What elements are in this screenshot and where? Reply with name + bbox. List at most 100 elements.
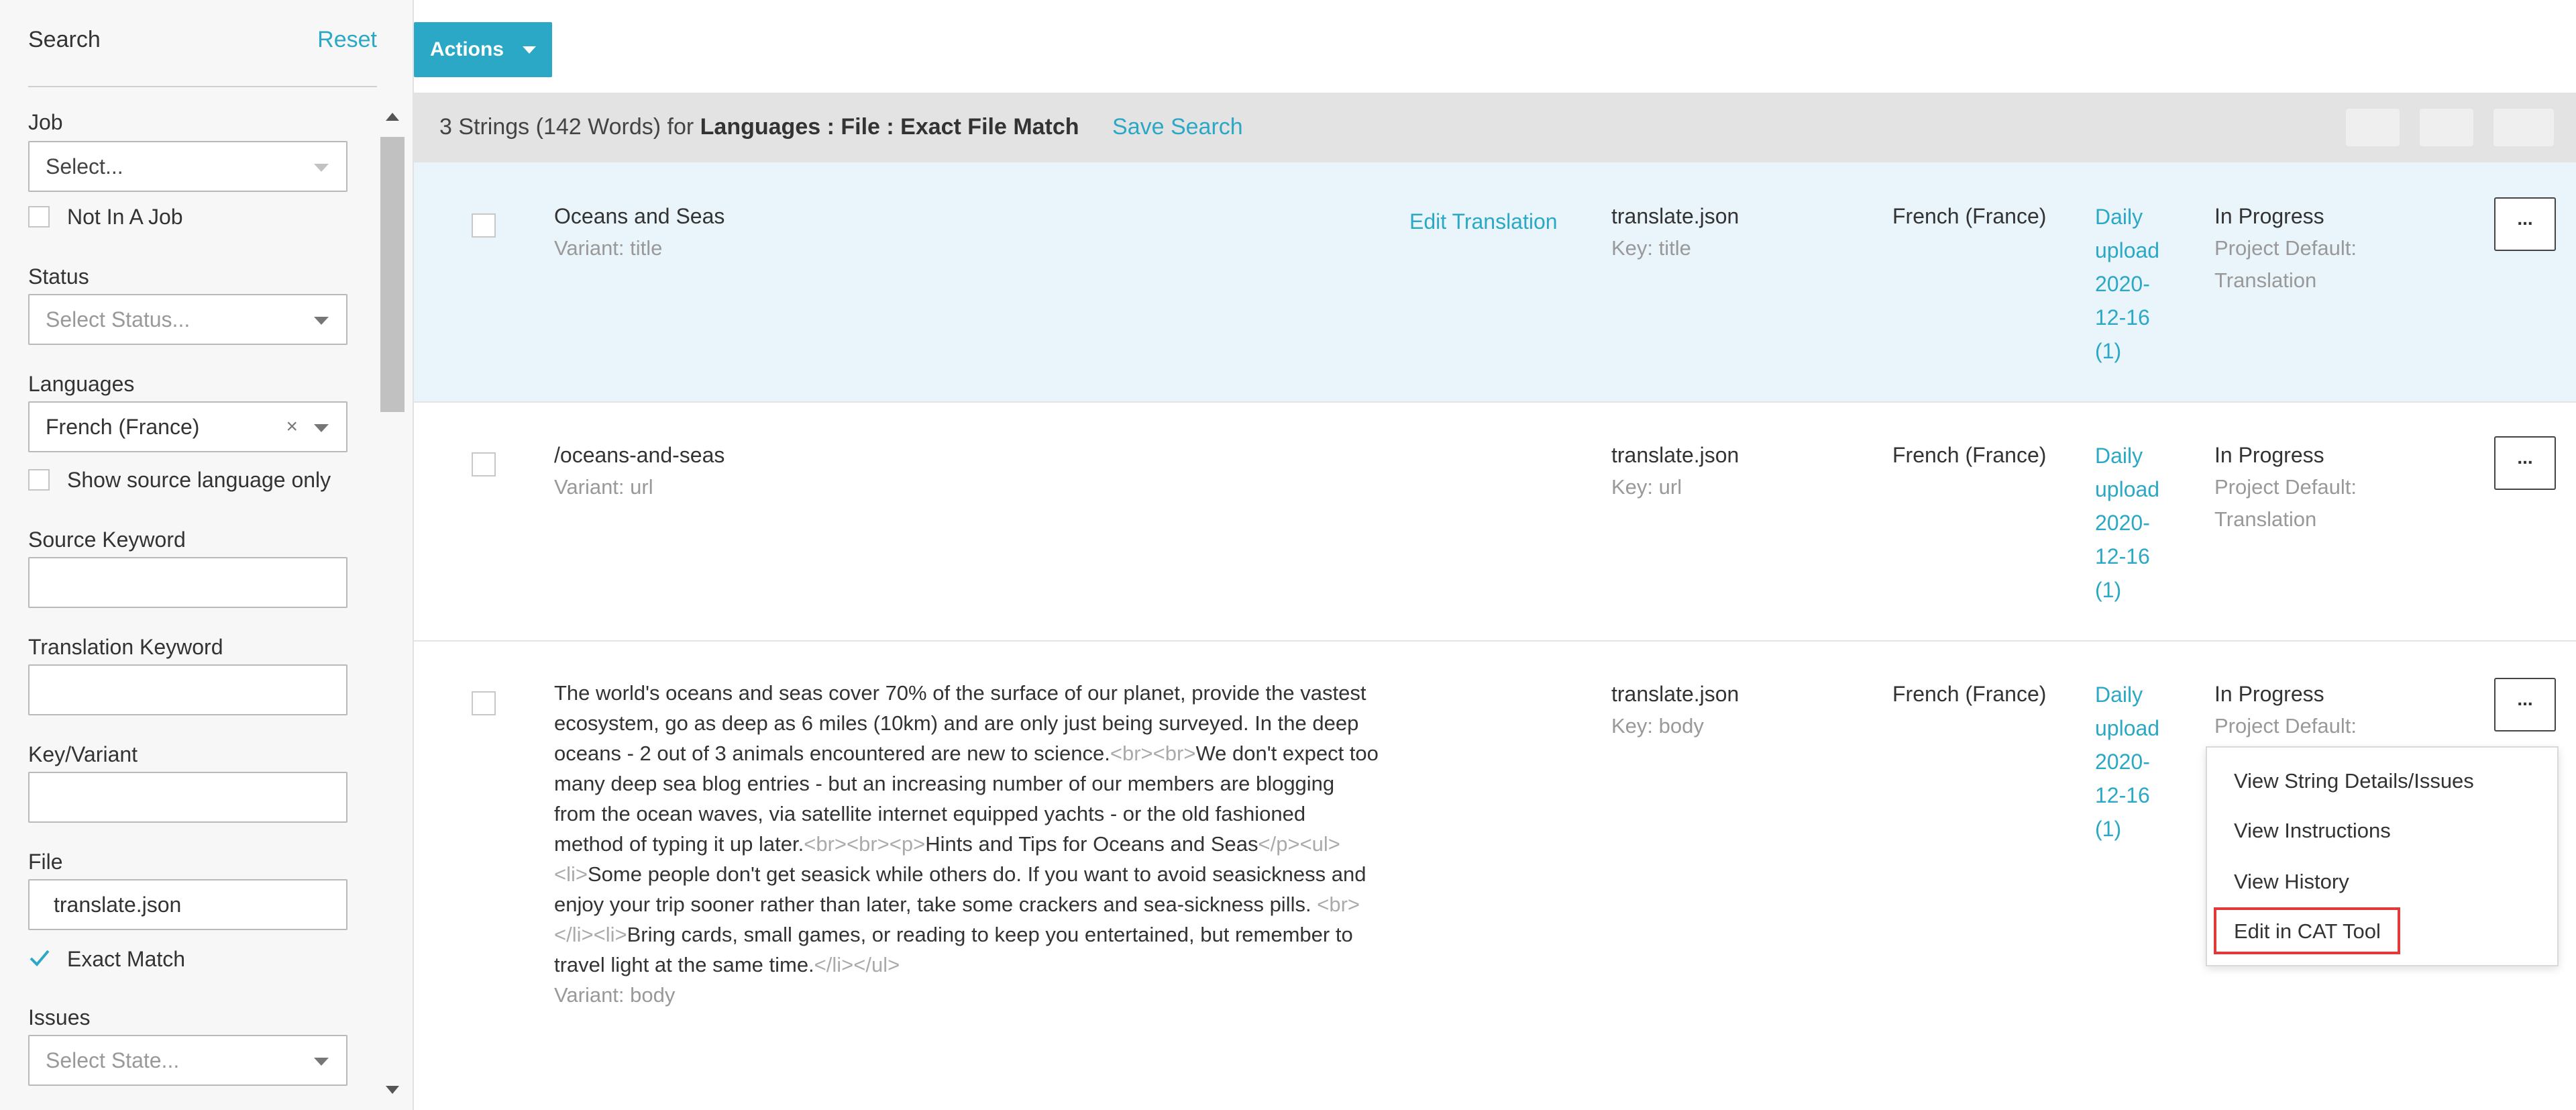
status-select[interactable]: Select Status... (28, 294, 347, 345)
key-label: Key: title (1611, 236, 1691, 260)
job-line: (1) (2095, 578, 2122, 602)
job-line: upload (2095, 238, 2160, 262)
file-name: translate.json (1611, 204, 1739, 228)
file-label: File (28, 850, 63, 874)
status-label: Status (28, 264, 89, 289)
translation-keyword-label: Translation Keyword (28, 635, 223, 659)
translation-keyword-input[interactable] (28, 664, 347, 715)
job-link[interactable]: Daily upload 2020- 12-16 (1) (2095, 439, 2159, 607)
file-input[interactable]: translate.json (28, 879, 347, 930)
file-cell: translate.json Key: url (1611, 439, 1739, 503)
languages-select-value: French (France) (46, 415, 200, 439)
scroll-down-icon[interactable] (386, 1086, 399, 1094)
html-tag: </li></ul> (814, 953, 900, 976)
job-select[interactable]: Select... (28, 141, 347, 192)
key-variant-label: Key/Variant (28, 742, 138, 766)
pager-next-button[interactable] (2493, 109, 2554, 146)
key-label: Key: url (1611, 475, 1682, 499)
more-options-button[interactable]: ... (2494, 436, 2556, 490)
menu-item-view-history[interactable]: View History (2234, 870, 2349, 894)
job-line: 2020- (2095, 272, 2150, 296)
more-options-button[interactable]: ... (2494, 678, 2556, 731)
language-cell: French (France) (1892, 682, 2047, 706)
workflow-line: Project Default: (2214, 236, 2357, 260)
file-input-value: translate.json (54, 893, 182, 917)
search-sidebar: Search Reset Job Select... Not In A Job … (0, 0, 414, 1110)
not-in-job-checkbox[interactable] (28, 206, 50, 228)
string-row[interactable]: Oceans and Seas Variant: title Edit Tran… (414, 162, 2576, 403)
results-summary-bar: 3 Strings (142 Words) for Languages : Fi… (414, 93, 2576, 162)
job-line: 2020- (2095, 511, 2150, 535)
status-text: In Progress (2214, 443, 2324, 467)
job-line: (1) (2095, 817, 2122, 841)
row-checkbox[interactable] (472, 691, 496, 715)
file-cell: translate.json Key: title (1611, 200, 1739, 264)
source-text: Oceans and Seas Variant: title (554, 200, 724, 264)
job-line: Daily (2095, 205, 2143, 229)
row-checkbox[interactable] (472, 452, 496, 476)
menu-item-view-instructions[interactable]: View Instructions (2234, 819, 2391, 843)
key-variant-input[interactable] (28, 772, 347, 823)
checkmark-icon[interactable] (28, 946, 51, 969)
show-source-checkbox[interactable] (28, 469, 50, 491)
status-cell: In Progress Project Default: Translation (2214, 439, 2357, 536)
job-link[interactable]: Daily upload 2020- 12-16 (1) (2095, 678, 2159, 846)
sidebar-title: Search (28, 27, 101, 52)
menu-item-edit-in-cat-tool[interactable]: Edit in CAT Tool (2234, 919, 2381, 944)
job-line: 12-16 (2095, 783, 2150, 807)
job-line: 12-16 (2095, 544, 2150, 568)
job-label: Job (28, 110, 63, 134)
results-filter: Languages : File : Exact File Match (700, 114, 1079, 140)
more-options-button[interactable]: ... (2494, 197, 2556, 251)
string-row[interactable]: /oceans-and-seas Variant: url translate.… (414, 401, 2576, 642)
job-line: 12-16 (2095, 305, 2150, 330)
status-cell: In Progress Project Default: (2214, 678, 2357, 742)
source-text: The world's oceans and seas cover 70% of… (554, 678, 1379, 1010)
source-segment: Bring cards, small games, or reading to … (554, 923, 1353, 976)
row-actions-menu: View String Details/Issues View Instruct… (2206, 746, 2559, 966)
scroll-up-icon[interactable] (386, 113, 399, 121)
chevron-down-icon (314, 317, 329, 325)
sidebar-scrollbar[interactable] (379, 113, 406, 1110)
job-line: (1) (2095, 339, 2122, 363)
variant-label: Variant: body (554, 983, 676, 1007)
save-search-link[interactable]: Save Search (1112, 114, 1243, 140)
variant-label: Variant: url (554, 475, 653, 499)
actions-button-label: Actions (430, 38, 504, 60)
job-line: 2020- (2095, 750, 2150, 774)
file-name: translate.json (1611, 443, 1739, 467)
html-tag: <br><br><p> (804, 832, 926, 856)
workflow-line: Translation (2214, 268, 2317, 292)
pager-page-button[interactable] (2420, 109, 2473, 146)
source-string: /oceans-and-seas (554, 443, 725, 467)
workflow-line: Translation (2214, 507, 2317, 531)
actions-button[interactable]: Actions (414, 22, 552, 77)
edit-translation-link[interactable]: Edit Translation (1409, 205, 1558, 238)
scrollbar-thumb[interactable] (380, 137, 405, 412)
issues-select[interactable]: Select State... (28, 1035, 347, 1086)
status-text: In Progress (2214, 204, 2324, 228)
file-name: translate.json (1611, 682, 1739, 706)
source-keyword-input[interactable] (28, 557, 347, 608)
menu-item-view-string-details[interactable]: View String Details/Issues (2234, 769, 2474, 793)
source-segment: Hints and Tips for Oceans and Seas (925, 832, 1258, 856)
pager-prev-button[interactable] (2346, 109, 2400, 146)
job-link[interactable]: Daily upload 2020- 12-16 (1) (2095, 200, 2159, 368)
results-count: 3 Strings (142 Words) (439, 114, 661, 140)
row-checkbox[interactable] (472, 213, 496, 238)
language-cell: French (France) (1892, 204, 2047, 228)
languages-select[interactable]: French (France) × (28, 401, 347, 452)
sidebar-header: Search Reset (28, 27, 377, 87)
show-source-label: Show source language only (67, 468, 331, 492)
reset-link[interactable]: Reset (317, 27, 377, 53)
job-select-placeholder: Select... (46, 154, 123, 179)
issues-select-placeholder: Select State... (46, 1048, 180, 1072)
results-summary: 3 Strings (142 Words) for Languages : Fi… (439, 114, 1243, 140)
clear-icon[interactable]: × (286, 403, 298, 451)
job-line: upload (2095, 716, 2160, 740)
not-in-job-label: Not In A Job (67, 205, 183, 229)
languages-label: Languages (28, 372, 135, 396)
issues-label: Issues (28, 1005, 91, 1029)
workflow-line: Project Default: (2214, 475, 2357, 499)
source-string: Oceans and Seas (554, 204, 725, 228)
